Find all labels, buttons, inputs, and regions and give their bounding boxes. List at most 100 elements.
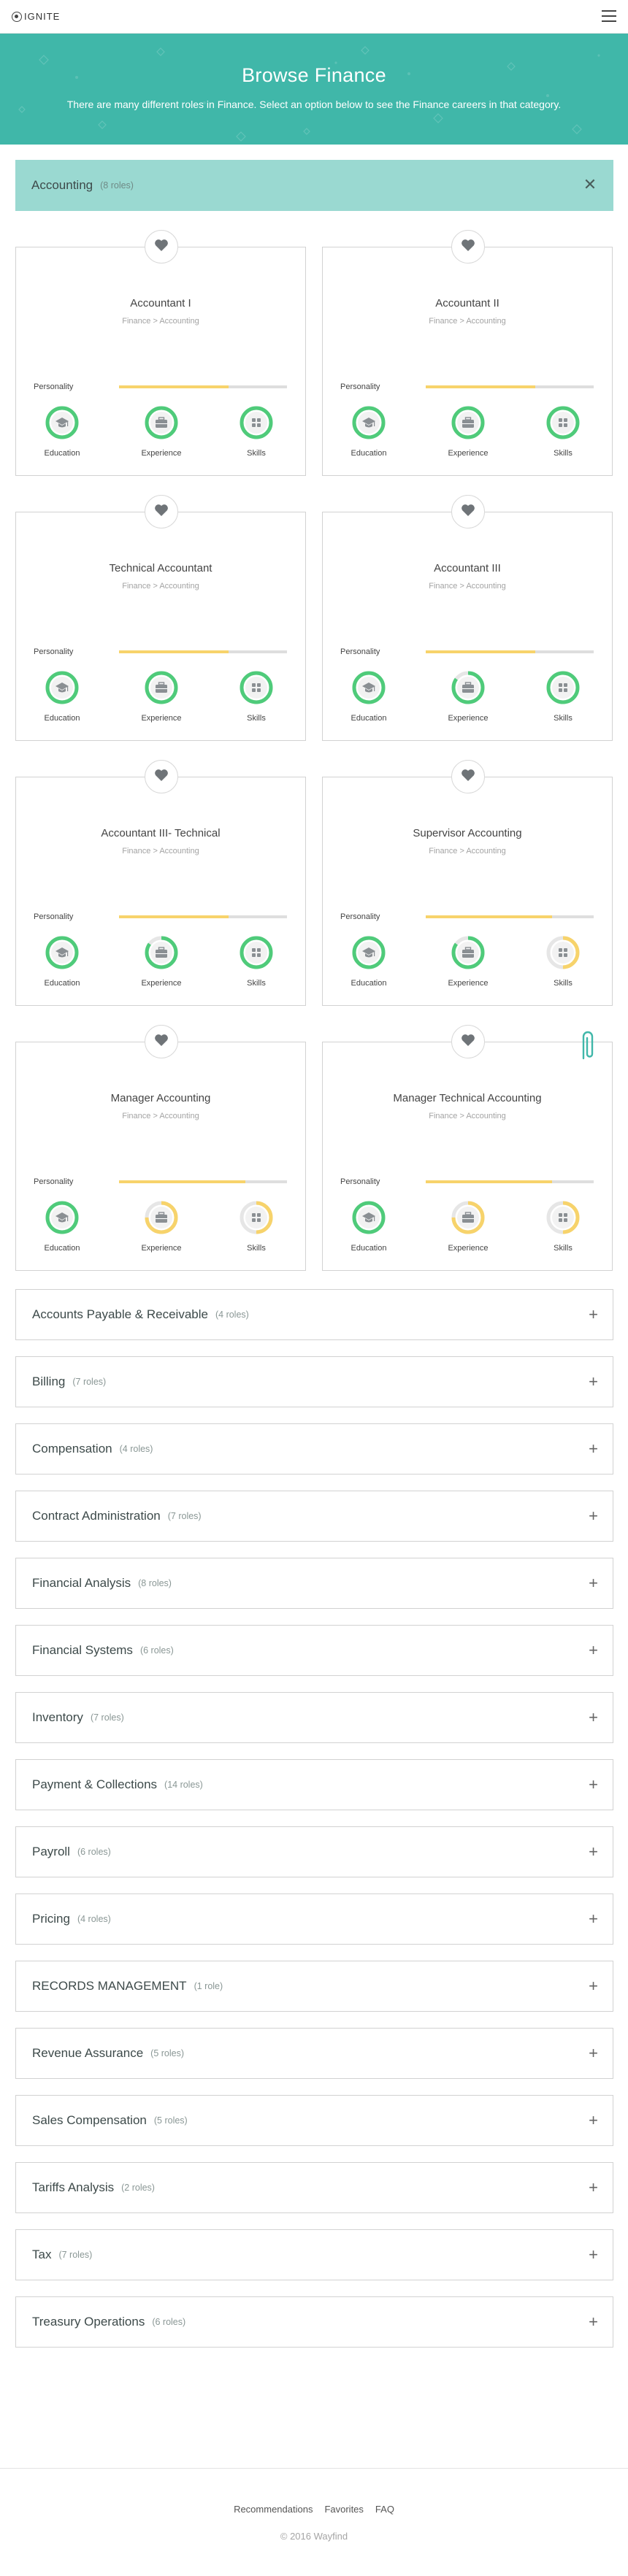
plus-icon[interactable]: +: [589, 1910, 598, 1929]
menu-icon[interactable]: [602, 10, 616, 22]
close-icon[interactable]: ✕: [581, 176, 599, 193]
plus-icon[interactable]: +: [589, 1708, 598, 1727]
career-card[interactable]: Accountant III Finance > Accounting Person…: [322, 495, 613, 741]
plus-icon[interactable]: +: [589, 2044, 598, 2063]
plus-icon[interactable]: +: [589, 2111, 598, 2130]
personality-label: Personality: [340, 382, 380, 391]
category-accordion[interactable]: Revenue Assurance (5 roles) +: [15, 2028, 613, 2079]
experience-label: Experience: [448, 1244, 489, 1253]
paperclip-icon[interactable]: [577, 1029, 597, 1061]
category-count: (2 roles): [121, 2183, 155, 2193]
category-accounting-header[interactable]: Accounting (8 roles) ✕: [15, 160, 613, 211]
category-accordion[interactable]: Tax (7 roles) +: [15, 2229, 613, 2280]
card-breadcrumb: Finance > Accounting: [122, 317, 199, 326]
category-accordion[interactable]: Payroll (6 roles) +: [15, 1826, 613, 1877]
category-count: (5 roles): [150, 2048, 184, 2058]
plus-icon[interactable]: +: [589, 1641, 598, 1660]
category-count: (7 roles): [90, 1712, 124, 1723]
plus-icon[interactable]: +: [589, 1439, 598, 1458]
footer: Recommendations Favorites FAQ © 2016 Way…: [0, 2468, 628, 2576]
footer-link-recommendations[interactable]: Recommendations: [234, 2504, 313, 2515]
favorite-button[interactable]: [145, 230, 178, 264]
plus-icon[interactable]: +: [589, 2312, 598, 2331]
career-card[interactable]: Manager Accounting Finance > Accounting Pe…: [15, 1025, 306, 1271]
plus-icon[interactable]: +: [589, 1977, 598, 1996]
category-accordion[interactable]: Financial Systems (6 roles) +: [15, 1625, 613, 1676]
category-accordion[interactable]: Inventory (7 roles) +: [15, 1692, 613, 1743]
category-accordion[interactable]: RECORDS MANAGEMENT (1 role) +: [15, 1961, 613, 2012]
favorite-button[interactable]: [145, 760, 178, 793]
plus-icon[interactable]: +: [589, 1574, 598, 1593]
experience-label: Experience: [448, 449, 489, 458]
career-card[interactable]: Accountant II Finance > Accounting Persona…: [322, 230, 613, 476]
education-label: Education: [351, 714, 387, 723]
card-title: Technical Accountant: [109, 562, 212, 574]
favorite-button[interactable]: [451, 760, 485, 793]
skills-grid-icon: [546, 406, 580, 439]
category-title: Tax: [32, 2248, 52, 2261]
experience-metric: Experience: [129, 669, 194, 723]
footer-link-faq[interactable]: FAQ: [375, 2504, 394, 2515]
career-card[interactable]: Supervisor Accounting Finance > Accountin…: [322, 760, 613, 1006]
education-metric: Education: [29, 1199, 95, 1253]
education-metric: Education: [336, 934, 402, 988]
personality-label: Personality: [340, 912, 380, 921]
category-accordion[interactable]: Financial Analysis (8 roles) +: [15, 1558, 613, 1609]
career-card[interactable]: Manager Technical Accounting Finance > Ac…: [322, 1025, 613, 1271]
category-title: Tariffs Analysis: [32, 2180, 115, 2194]
favorite-button[interactable]: [451, 495, 485, 528]
skills-metric: Skills: [223, 404, 289, 458]
category-title: RECORDS MANAGEMENT: [32, 1979, 187, 1993]
category-accordion[interactable]: Treasury Operations (6 roles) +: [15, 2296, 613, 2348]
skills-metric: Skills: [530, 934, 596, 988]
skills-label: Skills: [247, 714, 266, 723]
education-label: Education: [351, 979, 387, 988]
heart-icon: [154, 769, 169, 785]
plus-icon[interactable]: +: [589, 2178, 598, 2197]
plus-icon[interactable]: +: [589, 1775, 598, 1794]
category-count: (4 roles): [77, 1914, 111, 1924]
briefcase-icon: [451, 671, 485, 704]
favorite-button[interactable]: [451, 230, 485, 264]
personality-bar: [119, 1180, 287, 1183]
career-card[interactable]: Accountant I Finance > Accounting Personal…: [15, 230, 306, 476]
plus-icon[interactable]: +: [589, 2245, 598, 2264]
favorite-button[interactable]: [145, 1025, 178, 1058]
favorite-button[interactable]: [451, 1025, 485, 1058]
briefcase-icon: [145, 1201, 178, 1234]
education-metric: Education: [336, 1199, 402, 1253]
category-accordion[interactable]: Accounts Payable & Receivable (4 roles) +: [15, 1289, 613, 1340]
personality-bar-fill: [119, 1180, 245, 1183]
personality-label: Personality: [34, 1177, 74, 1186]
education-label: Education: [351, 1244, 387, 1253]
category-accordion[interactable]: Pricing (4 roles) +: [15, 1893, 613, 1945]
logo[interactable]: IGNITE: [12, 11, 60, 22]
education-metric: Education: [29, 669, 95, 723]
category-accordion[interactable]: Billing (7 roles) +: [15, 1356, 613, 1407]
career-card[interactable]: Technical Accountant Finance > Accounting…: [15, 495, 306, 741]
personality-bar-fill: [119, 385, 229, 388]
category-title: Payroll: [32, 1845, 70, 1858]
plus-icon[interactable]: +: [589, 1305, 598, 1324]
experience-metric: Experience: [435, 934, 501, 988]
favorite-button[interactable]: [145, 495, 178, 528]
plus-icon[interactable]: +: [589, 1842, 598, 1861]
heart-icon: [461, 239, 475, 255]
graduation-cap-icon: [45, 406, 79, 439]
category-accordion[interactable]: Contract Administration (7 roles) +: [15, 1491, 613, 1542]
category-count: (8 roles): [138, 1578, 172, 1588]
experience-metric: Experience: [129, 404, 194, 458]
plus-icon[interactable]: +: [589, 1372, 598, 1391]
plus-icon[interactable]: +: [589, 1507, 598, 1526]
category-accordion[interactable]: Payment & Collections (14 roles) +: [15, 1759, 613, 1810]
personality-bar-fill: [426, 385, 535, 388]
career-card[interactable]: Accountant III- Technical Finance > Accou…: [15, 760, 306, 1006]
category-count: (4 roles): [215, 1310, 249, 1320]
footer-link-favorites[interactable]: Favorites: [324, 2504, 363, 2515]
experience-label: Experience: [141, 1244, 182, 1253]
card-breadcrumb: Finance > Accounting: [429, 582, 506, 591]
personality-label: Personality: [34, 647, 74, 656]
category-accordion[interactable]: Tariffs Analysis (2 roles) +: [15, 2162, 613, 2213]
category-accordion[interactable]: Sales Compensation (5 roles) +: [15, 2095, 613, 2146]
category-accordion[interactable]: Compensation (4 roles) +: [15, 1423, 613, 1475]
